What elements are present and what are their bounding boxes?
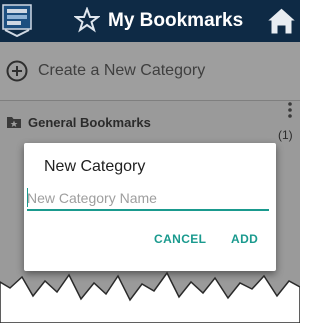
bookmarks-app-icon[interactable] — [1, 3, 33, 38]
new-category-dialog: New Category CANCEL ADD — [24, 143, 276, 271]
category-name: General Bookmarks — [28, 115, 151, 130]
category-name-input[interactable] — [27, 187, 269, 211]
cancel-button[interactable]: CANCEL — [154, 231, 206, 247]
app-bar: My Bookmarks — [0, 0, 300, 42]
folder-star-icon — [6, 115, 22, 129]
category-count: (1) — [278, 128, 293, 142]
plus-circle-icon — [6, 60, 28, 82]
text-cursor — [27, 188, 28, 207]
dialog-title: New Category — [44, 158, 146, 175]
create-category-row[interactable]: Create a New Category — [0, 42, 300, 100]
more-vert-icon[interactable] — [286, 101, 294, 119]
create-category-label: Create a New Category — [38, 62, 206, 79]
home-icon[interactable] — [265, 6, 298, 36]
star-icon — [73, 6, 101, 33]
add-button[interactable]: ADD — [231, 231, 258, 247]
page-title: My Bookmarks — [108, 10, 244, 31]
